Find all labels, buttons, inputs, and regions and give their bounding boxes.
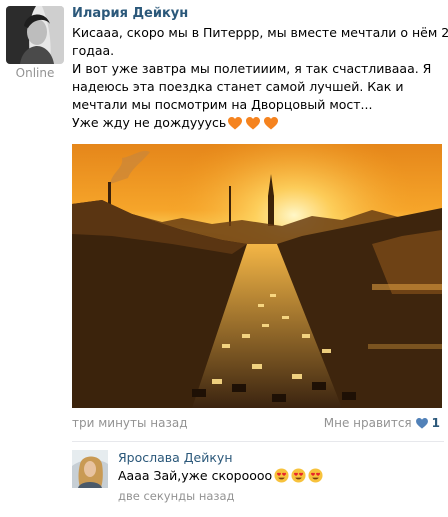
heart-eyes-emoji-icon: [274, 468, 289, 483]
post-author-name[interactable]: Илария Дейкун: [72, 6, 188, 21]
post-text: Кисааа, скоро мы в Питеррр, мы вместе ме…: [72, 24, 448, 133]
heart-eyes-emoji-icon: [291, 468, 306, 483]
hearts-group: [228, 115, 282, 133]
post-photo[interactable]: [72, 144, 442, 408]
post-text-line: мечтали мы посмотрим на Дворцовый мост..…: [72, 97, 373, 112]
post-text-line: годаа.: [72, 43, 115, 58]
comment-timestamp[interactable]: две секунды назад: [118, 489, 235, 503]
comment-text: Аааа Зай,уже скороооо: [118, 468, 323, 483]
like-label: Мне нравится: [323, 416, 412, 430]
post-text-line: Уже жду не дождууусь: [72, 115, 227, 130]
orange-heart-icon: [264, 116, 279, 129]
comment-divider: [72, 441, 444, 442]
orange-heart-icon: [246, 116, 261, 129]
like-button[interactable]: Мне нравится 1: [324, 416, 440, 430]
post-timestamp[interactable]: три минуты назад: [72, 416, 188, 430]
comment-text-body: Аааа Зай,уже скороооо: [118, 468, 273, 483]
post-text-line: надеюсь эта поездка станет самой лучшей.…: [72, 79, 404, 94]
heart-eyes-emoji-icon: [308, 468, 323, 483]
comment-author-name[interactable]: Ярослава Дейкун: [118, 450, 233, 465]
like-count: 1: [431, 416, 440, 430]
post-text-last-line: Уже жду не дождууусь: [72, 114, 440, 133]
comment-author-avatar[interactable]: [72, 450, 108, 488]
online-status: Online: [15, 66, 55, 80]
orange-heart-icon: [228, 116, 243, 129]
post-author-avatar[interactable]: [6, 6, 64, 64]
post-text-line: Кисааа, скоро мы в Питеррр, мы вместе ме…: [72, 25, 448, 40]
post-text-line: И вот уже завтра мы полетииим, я так сча…: [72, 61, 432, 76]
heart-icon: [415, 417, 428, 429]
